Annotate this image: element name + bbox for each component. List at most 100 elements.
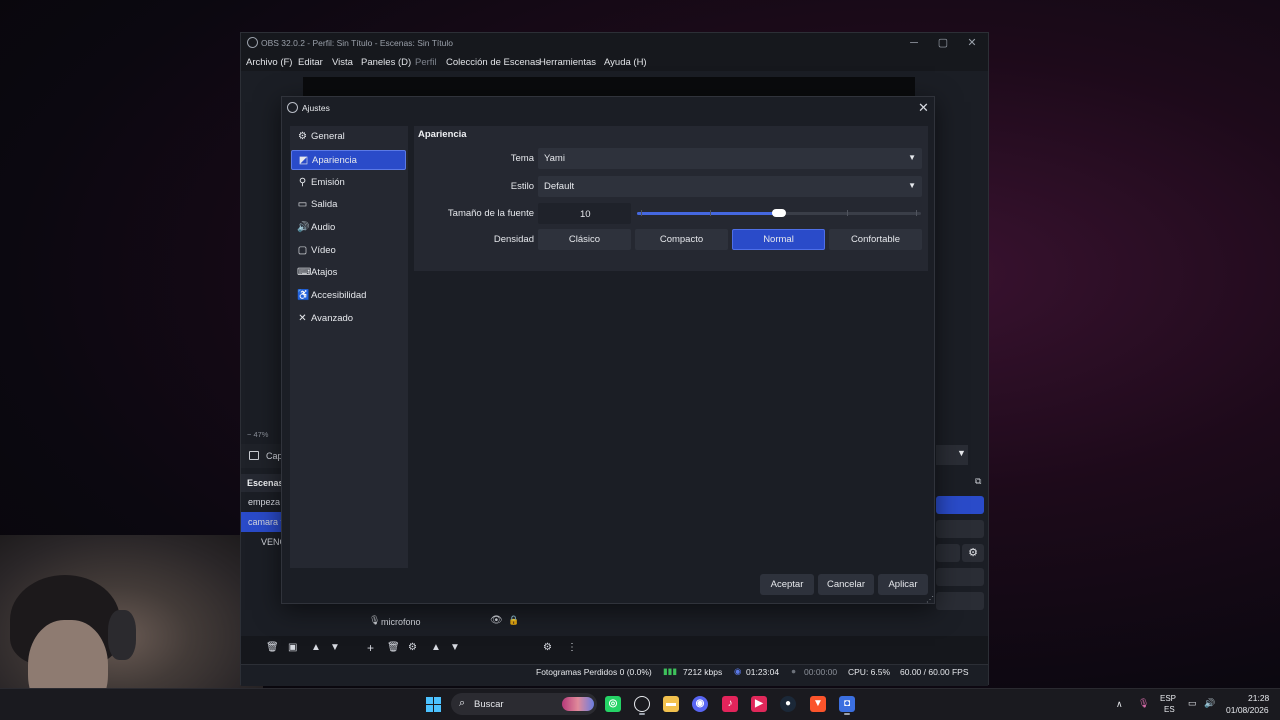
chevron-down-icon: ▼ <box>957 448 966 458</box>
file-explorer-icon[interactable]: ▬ <box>663 696 679 712</box>
menu-ayuda[interactable]: Ayuda (H) <box>604 57 647 68</box>
eye-icon[interactable]: 👁 <box>490 615 503 626</box>
menu-herramientas[interactable]: Herramientas <box>539 57 596 68</box>
slider-tick <box>916 210 917 216</box>
search-placeholder: Buscar <box>474 699 504 710</box>
microphone-icon: 🎙 <box>369 615 381 625</box>
sidebar-item-video[interactable]: ▢ Vídeo <box>291 241 406 261</box>
scene-item-selected[interactable]: camara t <box>241 512 281 532</box>
font-size-label: Tamaño de la fuente <box>447 208 534 219</box>
monitor-icon <box>249 451 259 460</box>
dock-float-icon[interactable]: ⧉ <box>975 476 981 487</box>
obs-logo-icon <box>247 37 258 48</box>
appearance-icon: ◩ <box>298 155 309 166</box>
source-item-mic[interactable]: microfono <box>381 617 421 627</box>
sidebar-item-general[interactable]: ⚙ General <box>291 127 406 147</box>
obs-menubar: Archivo (F) Editar Vista Paneles (D) Per… <box>241 53 988 71</box>
close-icon[interactable]: ✕ <box>918 100 929 116</box>
cancel-button[interactable]: Cancelar <box>818 574 874 595</box>
menu-paneles[interactable]: Paneles (D) <box>361 57 411 68</box>
maximize-icon[interactable]: ▢ <box>928 35 958 51</box>
sidebar-item-avanzado[interactable]: ✕ Avanzado <box>291 309 406 329</box>
volume-icon[interactable]: 🔊 <box>1204 698 1215 709</box>
apply-button[interactable]: Aplicar <box>878 574 928 595</box>
density-normal-button[interactable]: Normal <box>732 229 825 250</box>
speaker-icon: 🔊 <box>297 222 310 233</box>
sidebar-item-accesibilidad[interactable]: ♿ Accesibilidad <box>291 286 406 306</box>
style-value: Default <box>544 181 575 192</box>
add-icon[interactable]: + <box>367 641 374 655</box>
accessibility-icon: ♿ <box>297 290 310 301</box>
sidebar-item-apariencia[interactable]: ◩ Apariencia <box>291 150 406 170</box>
density-confortable-button[interactable]: Confortable <box>829 229 922 250</box>
sidebar-item-label: Atajos <box>311 267 338 278</box>
menu-coleccion-escenas[interactable]: Colección de Escenas <box>446 57 540 68</box>
dock-row[interactable] <box>936 544 960 562</box>
scene-item[interactable]: VENG <box>241 532 281 552</box>
streaming-app-icon[interactable]: ▶ <box>751 696 767 712</box>
gear-icon[interactable]: ⚙ <box>962 544 984 562</box>
menu-archivo[interactable]: Archivo (F) <box>246 57 292 68</box>
menu-editar[interactable]: Editar <box>298 57 323 68</box>
scene-item[interactable]: empeza <box>241 492 281 512</box>
gear-icon[interactable]: ⚙ <box>408 642 417 653</box>
font-size-slider-fill <box>637 212 779 215</box>
trash-icon[interactable]: 🗑 <box>266 642 279 653</box>
dock-row[interactable] <box>936 520 984 538</box>
theme-value: Yami <box>544 153 565 164</box>
dock-row[interactable] <box>936 592 984 610</box>
start-logo-tile <box>434 705 441 712</box>
menu-vista[interactable]: Vista <box>332 57 353 68</box>
mixer-settings-icon[interactable]: ⚙ <box>543 642 552 653</box>
stream-time: 00:00:00 <box>804 667 838 677</box>
menu-perfil[interactable]: Perfil <box>415 57 437 68</box>
fps-readout: 60.00 / 60.00 FPS <box>900 667 969 677</box>
microphone-tray-icon[interactable]: 🎙 <box>1138 698 1149 709</box>
close-icon[interactable]: ✕ <box>957 35 987 51</box>
steam-icon[interactable]: ● <box>780 696 796 712</box>
dock-row[interactable] <box>936 568 984 586</box>
sidebar-item-label: General <box>311 131 345 142</box>
obs-taskbar-icon[interactable] <box>634 696 650 712</box>
font-size-slider-handle[interactable] <box>772 209 786 217</box>
brave-browser-icon[interactable]: ▼ <box>810 696 826 712</box>
whatsapp-icon[interactable]: ◎ <box>605 696 621 712</box>
more-icon[interactable]: ⋮ <box>567 642 577 653</box>
sidebar-item-salida[interactable]: ▭ Salida <box>291 195 406 215</box>
move-down-icon[interactable]: ▼ <box>330 642 340 653</box>
filter-icon[interactable]: ▣ <box>288 642 297 653</box>
sidebar-item-atajos[interactable]: ⌨ Atajos <box>291 263 406 283</box>
webcam-headset <box>108 610 136 660</box>
move-up-icon[interactable]: ▲ <box>311 642 321 653</box>
dropped-frames: Fotogramas Perdidos 0 (0.0%) <box>536 667 652 677</box>
output-icon: ▭ <box>297 199 308 210</box>
density-label: Densidad <box>493 234 534 245</box>
discord-icon[interactable]: ◉ <box>692 696 708 712</box>
dock-row-selected[interactable] <box>936 496 984 514</box>
keyboard-language[interactable]: ESP <box>1160 694 1176 703</box>
accept-button[interactable]: Aceptar <box>760 574 814 595</box>
clock-date[interactable]: 01/08/2026 <box>1226 705 1269 715</box>
lock-icon[interactable]: 🔒 <box>508 615 519 626</box>
move-down-icon[interactable]: ▼ <box>450 642 460 653</box>
app-icon[interactable]: ◘ <box>839 696 855 712</box>
active-app-indicator <box>639 713 645 715</box>
tiktok-icon[interactable]: ♪ <box>722 696 738 712</box>
settings-dialog: Ajustes ✕ ⚙ General ◩ Apariencia ⚲ Emisi… <box>281 96 935 604</box>
tray-overflow-icon[interactable]: ∧ <box>1116 699 1123 710</box>
density-compacto-button[interactable]: Compacto <box>635 229 728 250</box>
minimize-icon[interactable]: ─ <box>899 35 929 51</box>
trash-icon[interactable]: 🗑 <box>387 642 400 653</box>
clock-time[interactable]: 21:28 <box>1248 693 1269 703</box>
sidebar-item-emision[interactable]: ⚲ Emisión <box>291 173 406 193</box>
density-clasico-button[interactable]: Clásico <box>538 229 631 250</box>
gear-icon: ⚙ <box>298 131 307 142</box>
windows-start-icon[interactable] <box>426 697 442 713</box>
move-up-icon[interactable]: ▲ <box>431 642 441 653</box>
sidebar-item-audio[interactable]: 🔊 Audio <box>291 218 406 238</box>
section-title: Apariencia <box>418 129 467 140</box>
network-icon[interactable]: ▭ <box>1188 698 1197 709</box>
resize-grip-icon[interactable]: ⋰ <box>926 595 934 604</box>
style-select[interactable]: Default ▼ <box>538 176 922 197</box>
theme-select[interactable]: Yami ▼ <box>538 148 922 169</box>
